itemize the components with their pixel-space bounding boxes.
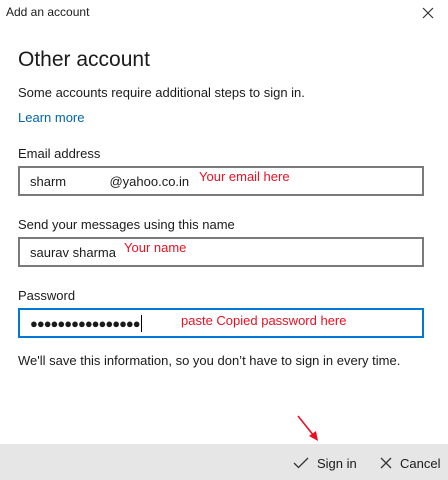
page-title: Other account (18, 48, 150, 71)
password-dots: ●●●●●●●●●●●●●●●● (30, 315, 141, 331)
sign-in-button[interactable]: Sign in (293, 453, 357, 473)
text-caret (140, 314, 142, 332)
title-bar: Add an account (0, 0, 448, 26)
close-icon (380, 457, 392, 469)
close-button[interactable] (416, 2, 440, 24)
footer-bar: Sign in Cancel (0, 444, 448, 480)
email-value: sharm @yahoo.co.in (30, 173, 190, 189)
name-annotation: Your name (124, 240, 187, 255)
sign-in-label: Sign in (317, 455, 357, 471)
window-title: Add an account (6, 5, 90, 19)
annotation-arrow-icon (297, 415, 318, 441)
save-info-note: We'll save this information, so you don’… (18, 353, 401, 368)
name-label: Send your messages using this name (18, 217, 235, 232)
password-annotation: paste Copied password here (181, 313, 347, 328)
password-label: Password (18, 288, 76, 303)
email-annotation: Your email here (199, 169, 290, 184)
cancel-button[interactable]: Cancel (380, 453, 440, 473)
checkmark-icon (293, 457, 309, 469)
cancel-label: Cancel (400, 455, 441, 471)
name-value: saurav sharma (30, 244, 116, 260)
close-icon (422, 7, 434, 19)
email-label: Email address (18, 146, 101, 161)
display-name-field[interactable]: saurav sharma (18, 237, 424, 267)
learn-more-link[interactable]: Learn more (18, 110, 84, 125)
description-text: Some accounts require additional steps t… (18, 85, 305, 100)
